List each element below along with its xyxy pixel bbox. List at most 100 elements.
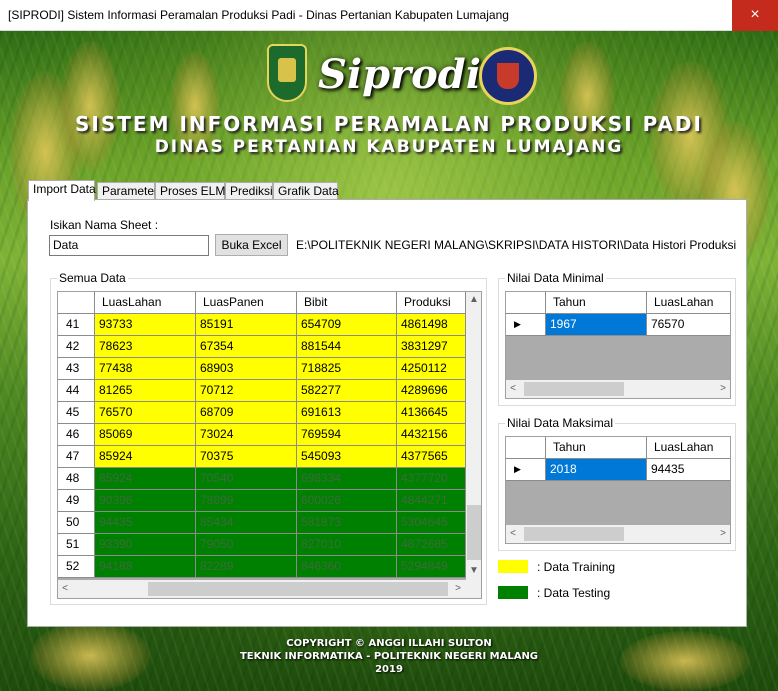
row-number[interactable]: 46 xyxy=(58,424,95,446)
table-cell[interactable]: 5304645 xyxy=(397,512,466,534)
table-cell[interactable]: 718825 xyxy=(297,358,397,380)
tab-import-data[interactable]: Import Data xyxy=(28,180,96,201)
row-number[interactable]: 51 xyxy=(58,534,95,556)
scroll-right-icon[interactable]: > xyxy=(716,527,730,541)
table-row[interactable]: 50 94435 85434 581873 5304645 xyxy=(58,512,466,534)
table-cell[interactable]: 4136645 xyxy=(397,402,466,424)
table-row[interactable]: 52 94188 82289 846360 5294849 xyxy=(58,556,466,578)
horizontal-scroll-thumb[interactable] xyxy=(524,527,624,541)
table-row[interactable]: 49 90396 78899 600026 4844271 xyxy=(58,490,466,512)
table-cell[interactable]: 1967 xyxy=(546,314,647,336)
row-number[interactable]: 47 xyxy=(58,446,95,468)
table-cell[interactable]: 581873 xyxy=(297,512,397,534)
column-header[interactable]: LuasPanen xyxy=(196,292,297,314)
table-row[interactable]: 41 93733 85191 654709 4861498 xyxy=(58,314,466,336)
table-row[interactable]: ▶ 2018 94435 xyxy=(506,459,730,481)
all-data-grid[interactable]: LuasLahan LuasPanen Bibit Produksi 41 937… xyxy=(57,291,482,599)
table-cell[interactable]: 73024 xyxy=(196,424,297,446)
row-number[interactable]: 49 xyxy=(58,490,95,512)
table-cell[interactable]: 93390 xyxy=(95,534,196,556)
table-row[interactable]: 48 85924 70540 698334 4377720 xyxy=(58,468,466,490)
column-header[interactable]: LuasLahan xyxy=(95,292,196,314)
scroll-down-icon[interactable]: ▼ xyxy=(467,564,481,578)
row-number[interactable]: 42 xyxy=(58,336,95,358)
table-cell[interactable]: 94188 xyxy=(95,556,196,578)
table-cell[interactable]: 698334 xyxy=(297,468,397,490)
table-cell[interactable]: 4432156 xyxy=(397,424,466,446)
table-cell[interactable]: 78899 xyxy=(196,490,297,512)
row-number[interactable]: 48 xyxy=(58,468,95,490)
horizontal-scrollbar[interactable]: < > xyxy=(58,580,466,598)
max-data-grid[interactable]: Tahun LuasLahan ▶ 2018 94435 < > xyxy=(505,436,731,544)
sheet-name-input[interactable]: Data xyxy=(49,235,209,256)
close-button[interactable]: × xyxy=(732,0,778,31)
table-cell[interactable]: 85069 xyxy=(95,424,196,446)
row-number[interactable]: 43 xyxy=(58,358,95,380)
scroll-up-icon[interactable]: ▲ xyxy=(467,293,481,307)
table-row[interactable]: 51 93390 79050 827010 4872685 xyxy=(58,534,466,556)
table-row[interactable]: 44 81265 70712 582277 4289696 xyxy=(58,380,466,402)
column-header[interactable]: LuasLahan xyxy=(647,437,730,459)
tab-grafik-data[interactable]: Grafik Data xyxy=(273,182,339,200)
table-cell[interactable]: 85924 xyxy=(95,468,196,490)
horizontal-scroll-thumb[interactable] xyxy=(148,582,448,596)
table-cell[interactable]: 4377720 xyxy=(397,468,466,490)
table-row[interactable]: 46 85069 73024 769594 4432156 xyxy=(58,424,466,446)
table-cell[interactable]: 90396 xyxy=(95,490,196,512)
table-row[interactable]: 47 85924 70375 545093 4377565 xyxy=(58,446,466,468)
table-cell[interactable]: 4250112 xyxy=(397,358,466,380)
table-row[interactable]: 42 78623 67354 881544 3831297 xyxy=(58,336,466,358)
column-header[interactable]: LuasLahan xyxy=(647,292,730,314)
table-cell[interactable]: 4861498 xyxy=(397,314,466,336)
horizontal-scrollbar[interactable]: < > xyxy=(506,380,730,398)
vertical-scrollbar[interactable]: ▲ ▼ xyxy=(466,292,481,580)
scroll-left-icon[interactable]: < xyxy=(58,582,72,596)
table-cell[interactable]: 4872685 xyxy=(397,534,466,556)
table-cell[interactable]: 827010 xyxy=(297,534,397,556)
table-cell[interactable]: 70712 xyxy=(196,380,297,402)
table-cell[interactable]: 76570 xyxy=(95,402,196,424)
table-cell[interactable]: 4289696 xyxy=(397,380,466,402)
horizontal-scroll-thumb[interactable] xyxy=(524,382,624,396)
tab-parameter[interactable]: Parameter xyxy=(97,182,158,200)
table-cell[interactable]: 846360 xyxy=(297,556,397,578)
row-number[interactable]: 45 xyxy=(58,402,95,424)
table-cell[interactable]: 82289 xyxy=(196,556,297,578)
min-data-grid[interactable]: Tahun LuasLahan ▶ 1967 76570 < > xyxy=(505,291,731,399)
table-cell[interactable]: 93733 xyxy=(95,314,196,336)
table-cell[interactable]: 79050 xyxy=(196,534,297,556)
table-cell[interactable]: 77438 xyxy=(95,358,196,380)
table-cell[interactable]: 67354 xyxy=(196,336,297,358)
table-cell[interactable]: 85434 xyxy=(196,512,297,534)
table-cell[interactable]: 85191 xyxy=(196,314,297,336)
vertical-scroll-thumb[interactable] xyxy=(467,505,481,560)
open-excel-button[interactable]: Buka Excel xyxy=(215,234,288,256)
table-cell[interactable]: 68903 xyxy=(196,358,297,380)
row-number[interactable]: 41 xyxy=(58,314,95,336)
column-header[interactable]: Tahun xyxy=(546,437,647,459)
table-row[interactable]: 45 76570 68709 691613 4136645 xyxy=(58,402,466,424)
table-cell[interactable]: 68709 xyxy=(196,402,297,424)
table-cell[interactable]: 81265 xyxy=(95,380,196,402)
table-cell[interactable]: 76570 xyxy=(647,314,730,336)
table-cell[interactable]: 691613 xyxy=(297,402,397,424)
horizontal-scrollbar[interactable]: < > xyxy=(506,525,730,543)
scroll-left-icon[interactable]: < xyxy=(506,382,520,396)
table-cell[interactable]: 600026 xyxy=(297,490,397,512)
table-row[interactable]: 43 77438 68903 718825 4250112 xyxy=(58,358,466,380)
table-cell[interactable]: 70375 xyxy=(196,446,297,468)
table-cell[interactable]: 654709 xyxy=(297,314,397,336)
table-cell[interactable]: 2018 xyxy=(546,459,647,481)
table-cell[interactable]: 4844271 xyxy=(397,490,466,512)
tab-prediksi[interactable]: Prediksi xyxy=(225,182,273,200)
column-header[interactable]: Tahun xyxy=(546,292,647,314)
scroll-left-icon[interactable]: < xyxy=(506,527,520,541)
row-number[interactable]: 52 xyxy=(58,556,95,578)
table-cell[interactable]: 4377565 xyxy=(397,446,466,468)
row-number[interactable]: 50 xyxy=(58,512,95,534)
tab-proses-elm[interactable]: Proses ELM xyxy=(155,182,225,200)
table-cell[interactable]: 545093 xyxy=(297,446,397,468)
table-cell[interactable]: 70540 xyxy=(196,468,297,490)
table-cell[interactable]: 78623 xyxy=(95,336,196,358)
row-number[interactable]: 44 xyxy=(58,380,95,402)
